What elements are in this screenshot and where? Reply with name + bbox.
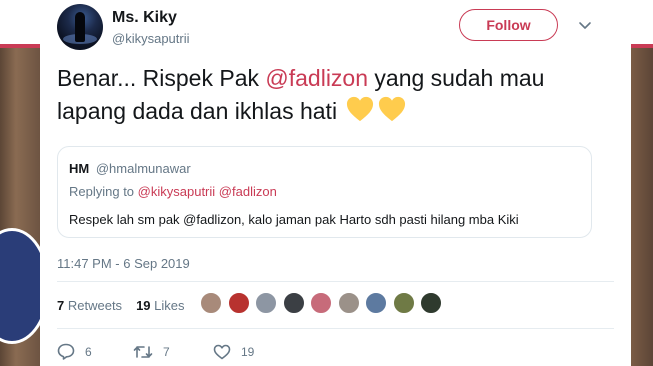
like-action[interactable]: 19 <box>213 344 254 360</box>
quoted-replying-to: Replying to @kikysaputrii @fadlizon <box>69 184 277 199</box>
yellow-heart-icon <box>347 96 374 122</box>
liker-avatar[interactable] <box>365 292 387 314</box>
background-left <box>0 0 50 366</box>
replying-label: Replying to <box>69 184 135 199</box>
follow-button[interactable]: Follow <box>459 9 558 41</box>
divider <box>57 328 614 329</box>
liker-avatar[interactable] <box>337 292 360 314</box>
retweets-label: Retweets <box>67 298 123 313</box>
author-avatar[interactable] <box>57 4 103 50</box>
replying-mention[interactable]: @fadlizon <box>219 184 277 199</box>
retweet-icon <box>133 345 153 358</box>
retweet-count: 7 <box>163 344 170 359</box>
liker-avatar[interactable] <box>200 292 222 314</box>
quoted-author-name: HM <box>69 161 90 176</box>
tweet-timestamp[interactable]: 11:47 PM - 6 Sep 2019 <box>57 256 190 271</box>
author-name[interactable]: Ms. Kiky <box>112 9 177 27</box>
quoted-tweet[interactable]: HM @hmalmunawar Replying to @kikysaputri… <box>57 146 592 238</box>
liker-avatar[interactable] <box>310 292 332 314</box>
likes-count: 19 <box>136 298 151 313</box>
quoted-text: Respek lah sm pak @fadlizon, kalo jaman … <box>69 212 519 227</box>
likes-label: Likes <box>154 298 185 313</box>
liker-avatar[interactable] <box>255 292 277 314</box>
divider <box>57 281 614 282</box>
reply-icon <box>57 343 75 360</box>
tweet-text-part: Benar... Rispek Pak <box>57 65 266 91</box>
quoted-author-handle: @hmalmunawar <box>95 161 191 176</box>
heart-outline-icon <box>213 344 231 359</box>
like-count: 19 <box>241 344 255 359</box>
tweet-actions: 6 7 19 <box>57 343 254 360</box>
retweet-action[interactable]: 7 <box>133 344 213 360</box>
liker-avatar[interactable] <box>420 292 442 314</box>
background-right <box>631 0 653 366</box>
likers-avatars <box>200 292 448 314</box>
author-handle[interactable]: @kikysaputrii <box>112 31 190 46</box>
liker-avatar[interactable] <box>227 292 250 314</box>
retweets-count: 7 <box>57 298 65 313</box>
chevron-down-icon[interactable] <box>578 18 592 32</box>
liker-avatar[interactable] <box>392 292 415 314</box>
likes-stat[interactable]: 19 Likes <box>136 298 184 313</box>
replying-mention[interactable]: @kikysaputrii <box>138 184 216 199</box>
quoted-header: HM @hmalmunawar <box>69 161 191 176</box>
liker-avatar[interactable] <box>282 292 305 314</box>
tweet-card: Ms. Kiky @kikysaputrii Follow Benar... R… <box>40 0 631 366</box>
reply-count: 6 <box>85 344 92 359</box>
tweet-mention-link[interactable]: @fadlizon <box>265 65 368 91</box>
retweets-stat[interactable]: 7 Retweets <box>57 298 122 313</box>
tweet-text: Benar... Rispek Pak @fadlizon yang sudah… <box>57 62 617 128</box>
yellow-heart-icon <box>379 96 406 122</box>
reply-action[interactable]: 6 <box>57 343 133 360</box>
tweet-stats: 7 Retweets 19 Likes <box>57 298 185 313</box>
